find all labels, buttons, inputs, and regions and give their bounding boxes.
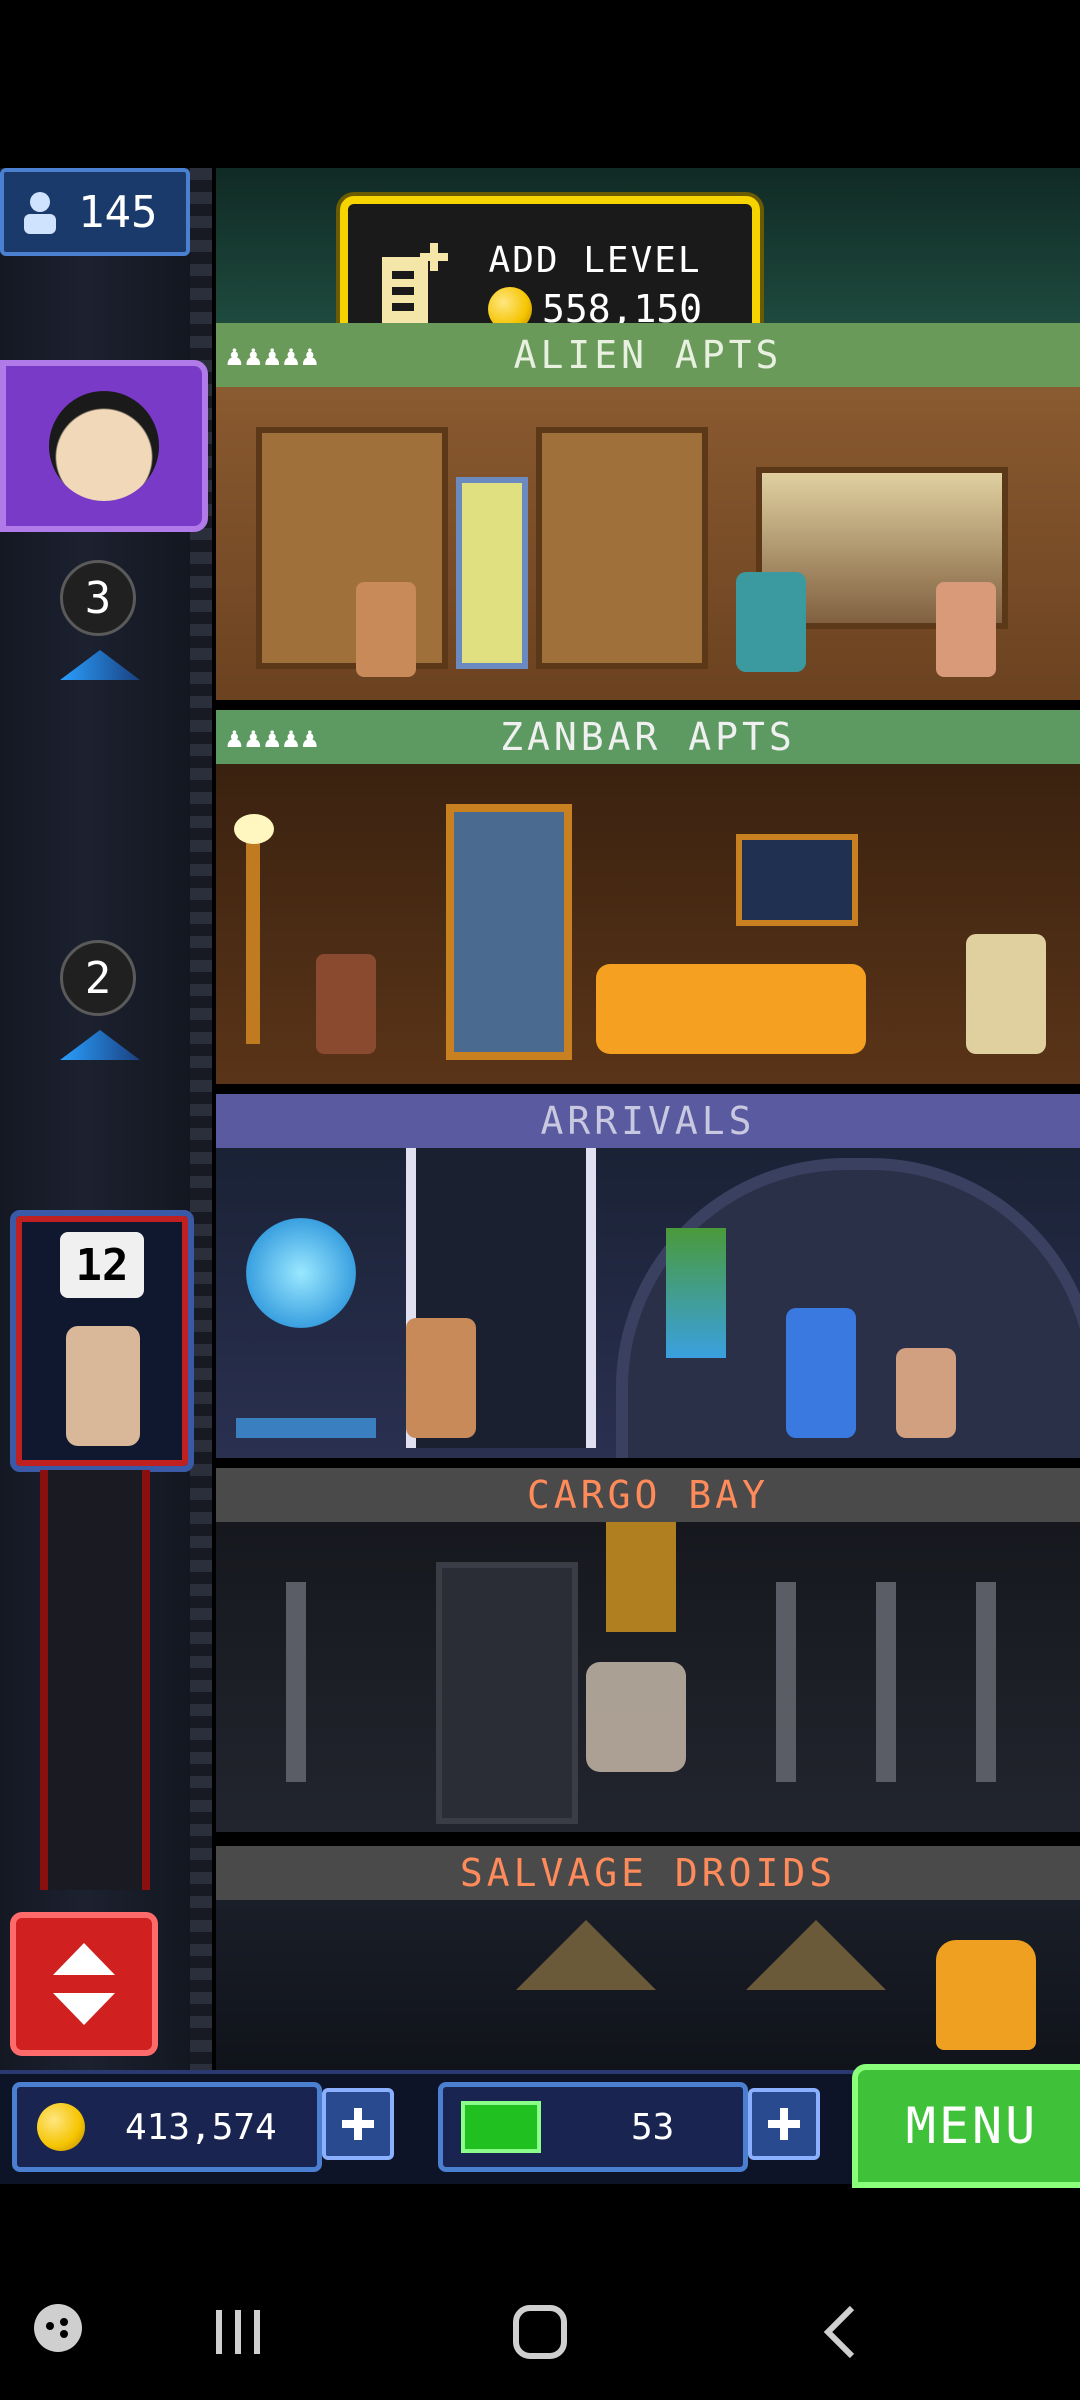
elevator-passenger <box>66 1326 140 1446</box>
hanging-lamp <box>746 1920 886 1990</box>
floor-stars: ♟♟♟♟♟ <box>226 720 321 754</box>
up-down-arrows-icon <box>53 1943 115 2025</box>
lamp-light <box>234 814 274 844</box>
window-light <box>456 477 528 669</box>
plus-icon <box>768 2108 800 2140</box>
floor-banner-arrivals[interactable]: ARRIVALS <box>216 1094 1080 1148</box>
resident-sprite[interactable] <box>786 1308 856 1438</box>
floor-room-cargo-bay[interactable] <box>216 1522 1080 1832</box>
status-bar <box>0 0 1080 168</box>
floor-name: ARRIVALS <box>540 1099 756 1143</box>
home-icon[interactable] <box>500 2300 580 2364</box>
elevator-floor-indicator: 2 <box>60 940 136 1016</box>
person-icon <box>24 192 56 234</box>
resident-sprite[interactable] <box>406 1318 476 1438</box>
floor-banner-cargo-bay[interactable]: CARGO BAY <box>216 1468 1080 1522</box>
floor-banner-salvage-droids[interactable]: SALVAGE DROIDS <box>216 1846 1080 1900</box>
resident-sprite[interactable] <box>896 1348 956 1438</box>
floor-room-alien-apts[interactable] <box>216 387 1080 700</box>
add-level-label: ADD LEVEL <box>488 239 702 281</box>
resident-sprite[interactable] <box>936 1940 1036 2050</box>
floor-name: ALIEN APTS <box>513 333 783 377</box>
coin-icon <box>37 2103 85 2151</box>
sofa <box>596 964 866 1054</box>
resident-sprite[interactable] <box>966 934 1046 1054</box>
floor-name: SALVAGE DROIDS <box>459 1851 837 1895</box>
vip-face <box>49 391 159 501</box>
resident-sprite[interactable] <box>586 1662 686 1772</box>
elevator-car[interactable]: 12 <box>10 1210 194 1472</box>
buy-bux-button[interactable] <box>748 2088 820 2160</box>
resident-sprite[interactable] <box>736 572 806 672</box>
potted-plant <box>666 1228 726 1358</box>
resident-sprite[interactable] <box>316 954 376 1054</box>
door-panel <box>536 427 708 669</box>
buy-coins-button[interactable] <box>322 2088 394 2160</box>
menu-button[interactable]: MENU <box>852 2064 1080 2188</box>
plus-icon <box>342 2108 374 2140</box>
cargo-door <box>436 1562 578 1824</box>
menu-label: MENU <box>905 2097 1039 2155</box>
floor-banner-zanbar-apts[interactable]: ♟♟♟♟♟ ZANBAR APTS <box>216 710 1080 764</box>
wall-pillar <box>876 1582 896 1782</box>
elevator-floor-display: 12 <box>60 1232 144 1298</box>
bux-display[interactable]: 53 <box>438 2082 748 2172</box>
population-value: 145 <box>78 186 158 238</box>
floor-banner-alien-apts[interactable]: ♟♟♟♟♟ ALIEN APTS <box>216 323 1080 387</box>
back-icon[interactable] <box>800 2300 880 2364</box>
elevator-floor-indicator: 3 <box>60 560 136 636</box>
resident-sprite[interactable] <box>356 582 416 677</box>
crane-claw <box>606 1522 676 1632</box>
floor-stars: ♟♟♟♟♟ <box>226 338 321 372</box>
hologram-globe <box>246 1218 356 1328</box>
bux-value: 53 <box>631 2106 675 2148</box>
recent-apps-icon[interactable] <box>200 2300 276 2364</box>
floor-name: ZANBAR APTS <box>500 715 796 759</box>
add-floor-icon <box>382 243 448 329</box>
game-launcher-icon[interactable] <box>20 2300 96 2356</box>
door <box>446 804 572 1060</box>
floor-room-salvage-droids[interactable] <box>216 1900 1080 2070</box>
resident-sprite[interactable] <box>936 582 996 677</box>
coins-value: 413,574 <box>125 2106 277 2148</box>
floor-room-arrivals[interactable] <box>216 1148 1080 1458</box>
floor-name: CARGO BAY <box>527 1473 769 1517</box>
tv-screen <box>736 834 858 926</box>
wall-pillar <box>976 1582 996 1782</box>
door-panel <box>256 427 448 669</box>
elevator-cable <box>40 1470 150 1890</box>
lamp <box>246 824 260 1044</box>
bux-icon <box>461 2101 541 2153</box>
hanging-lamp <box>516 1920 656 1990</box>
wall-pillar <box>776 1582 796 1782</box>
vip-avatar[interactable] <box>0 360 208 532</box>
coins-display[interactable]: 413,574 <box>12 2082 322 2172</box>
floor-room-zanbar-apts[interactable] <box>216 764 1080 1084</box>
wall-pillar <box>286 1582 306 1782</box>
population-counter[interactable]: 145 <box>0 168 190 256</box>
elevator-move-button[interactable] <box>10 1912 158 2056</box>
hologram-base <box>236 1418 376 1438</box>
